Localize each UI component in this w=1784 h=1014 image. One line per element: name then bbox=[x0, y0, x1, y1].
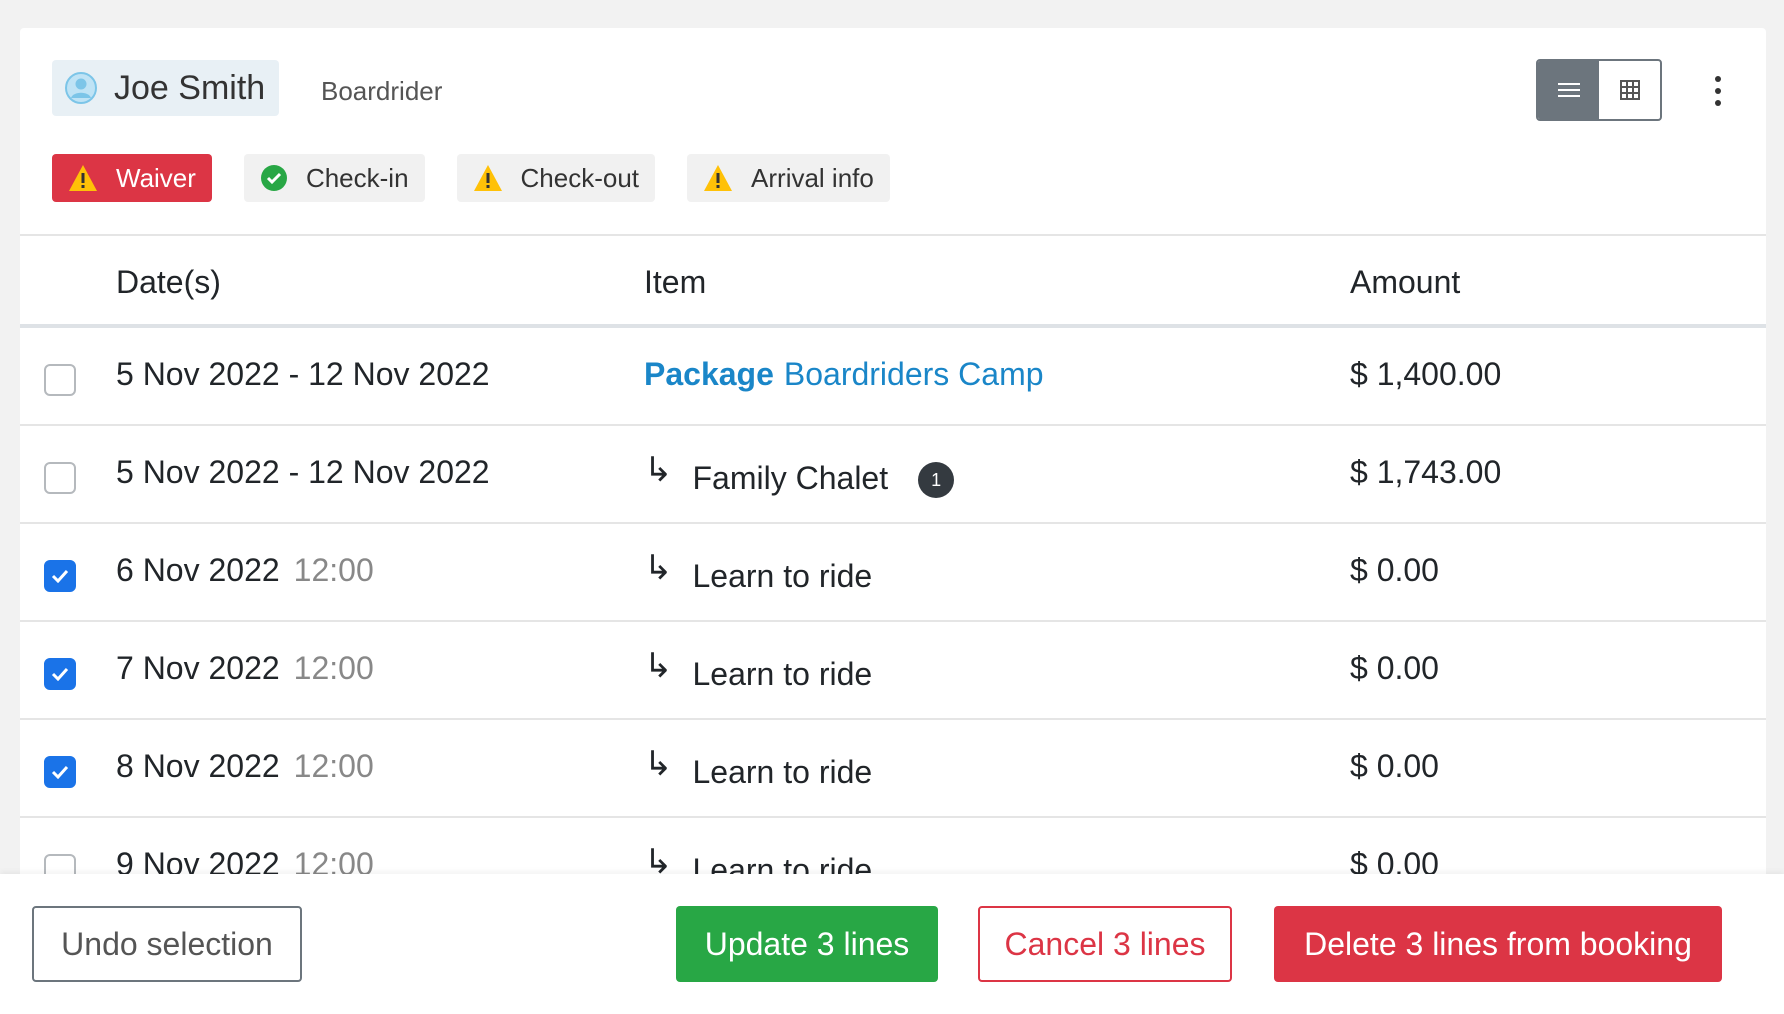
row-time: 12:00 bbox=[293, 552, 374, 588]
row-time: 12:00 bbox=[293, 748, 374, 784]
table-header: Date(s) Item Amount bbox=[20, 234, 1766, 328]
row-item: ↳ Learn to ride bbox=[644, 647, 873, 692]
row-amount: $ 0.00 bbox=[1350, 748, 1439, 784]
row-checkbox[interactable] bbox=[44, 462, 76, 494]
warning-icon bbox=[704, 165, 733, 191]
column-header-amount[interactable]: Amount bbox=[1350, 264, 1460, 301]
booking-card: Joe Smith Boardrider Waiver Check-in Che… bbox=[20, 28, 1766, 1014]
row-item: ↳ Family Chalet 1 bbox=[644, 451, 955, 498]
row-date: 6 Nov 2022 12:00 bbox=[116, 552, 374, 588]
warning-icon bbox=[473, 165, 502, 191]
list-icon bbox=[1557, 83, 1580, 97]
sub-item-arrow-icon: ↳ bbox=[644, 549, 673, 587]
bulk-action-bar: Undo selection Update 3 lines Cancel 3 l… bbox=[0, 874, 1784, 1014]
check-circle-icon bbox=[260, 165, 287, 191]
row-date: 5 Nov 2022 - 12 Nov 2022 bbox=[116, 454, 490, 490]
guest-name: Joe Smith bbox=[114, 68, 266, 107]
column-header-item[interactable]: Item bbox=[644, 264, 706, 301]
delete-lines-button[interactable]: Delete 3 lines from booking bbox=[1274, 906, 1722, 982]
checkmark-icon bbox=[51, 569, 69, 583]
row-amount: $ 1,743.00 bbox=[1350, 454, 1502, 490]
sub-item-arrow-icon: ↳ bbox=[644, 745, 673, 783]
row-date: 5 Nov 2022 - 12 Nov 2022 bbox=[116, 356, 490, 392]
guest-role: Boardrider bbox=[321, 76, 443, 106]
item-name: Learn to ride bbox=[692, 655, 873, 692]
more-options-icon[interactable] bbox=[1708, 74, 1728, 108]
tag-label: Waiver bbox=[116, 162, 196, 193]
row-amount: $ 1,400.00 bbox=[1350, 356, 1502, 392]
checkmark-icon bbox=[51, 667, 69, 681]
row-checkbox[interactable] bbox=[44, 560, 76, 592]
sub-item-arrow-icon: ↳ bbox=[644, 647, 673, 685]
item-name: Learn to ride bbox=[692, 753, 873, 790]
undo-selection-button[interactable]: Undo selection bbox=[32, 906, 302, 982]
booking-lines: 5 Nov 2022 - 12 Nov 2022 Package Boardri… bbox=[20, 328, 1766, 916]
tag-check-out[interactable]: Check-out bbox=[456, 154, 656, 202]
checkmark-icon bbox=[51, 765, 69, 779]
table-row[interactable]: 5 Nov 2022 - 12 Nov 2022 Package Boardri… bbox=[20, 328, 1766, 426]
warning-icon bbox=[69, 165, 97, 191]
update-lines-button[interactable]: Update 3 lines bbox=[676, 906, 938, 982]
row-amount: $ 0.00 bbox=[1350, 650, 1439, 686]
count-badge: 1 bbox=[918, 462, 955, 498]
tag-label: Check-in bbox=[305, 162, 409, 193]
list-view-button[interactable] bbox=[1538, 61, 1599, 119]
grid-icon bbox=[1619, 80, 1640, 100]
tag-arrival-info[interactable]: Arrival info bbox=[687, 154, 890, 202]
row-item-link[interactable]: Package Boardriders Camp bbox=[644, 356, 1044, 393]
row-amount: $ 0.00 bbox=[1350, 552, 1439, 588]
table-row[interactable]: 8 Nov 2022 12:00 ↳ Learn to ride $ 0.00 bbox=[20, 720, 1766, 818]
tag-label: Check-out bbox=[520, 162, 640, 193]
item-name: Boardriders Camp bbox=[783, 356, 1044, 392]
row-item: ↳ Learn to ride bbox=[644, 549, 873, 594]
cancel-lines-button[interactable]: Cancel 3 lines bbox=[978, 906, 1232, 982]
tag-label: Arrival info bbox=[751, 162, 874, 193]
row-time: 12:00 bbox=[293, 650, 374, 686]
tag-check-in[interactable]: Check-in bbox=[243, 154, 425, 202]
grid-view-button[interactable] bbox=[1599, 61, 1660, 119]
row-checkbox[interactable] bbox=[44, 756, 76, 788]
row-date: 7 Nov 2022 12:00 bbox=[116, 650, 374, 686]
row-date: 8 Nov 2022 12:00 bbox=[116, 748, 374, 784]
user-avatar-icon bbox=[65, 72, 97, 104]
table-row[interactable]: 7 Nov 2022 12:00 ↳ Learn to ride $ 0.00 bbox=[20, 622, 1766, 720]
tag-waiver[interactable]: Waiver bbox=[52, 154, 212, 202]
guest-chip[interactable]: Joe Smith bbox=[52, 60, 280, 116]
item-name: Family Chalet bbox=[692, 459, 889, 496]
sub-item-arrow-icon: ↳ bbox=[644, 451, 673, 489]
item-name: Learn to ride bbox=[692, 557, 873, 594]
table-row[interactable]: 6 Nov 2022 12:00 ↳ Learn to ride $ 0.00 bbox=[20, 524, 1766, 622]
status-tags: Waiver Check-in Check-out Arrival info bbox=[52, 154, 890, 202]
row-checkbox[interactable] bbox=[44, 658, 76, 690]
view-toggle bbox=[1536, 59, 1662, 121]
row-item: ↳ Learn to ride bbox=[644, 745, 873, 790]
column-header-dates[interactable]: Date(s) bbox=[116, 264, 221, 301]
table-row[interactable]: 5 Nov 2022 - 12 Nov 2022 ↳ Family Chalet… bbox=[20, 426, 1766, 524]
package-label: Package bbox=[644, 356, 774, 392]
row-checkbox[interactable] bbox=[44, 364, 76, 396]
